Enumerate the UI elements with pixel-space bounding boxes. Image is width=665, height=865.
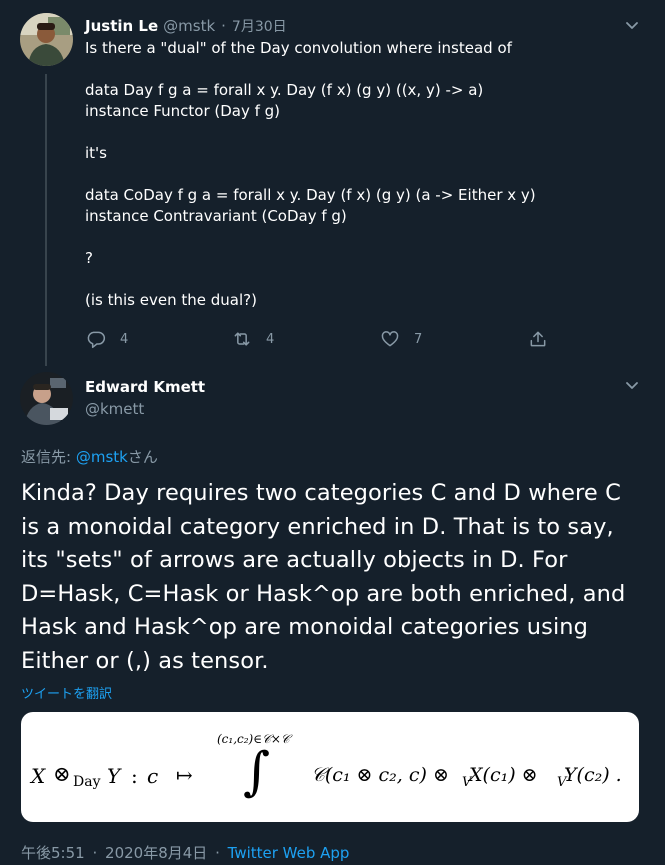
tweet1-header: Justin Le @mstk · 7月30日 (85, 16, 287, 36)
tweet-meta: 午後5:51 · 2020年8月4日 · Twitter Web App (21, 842, 349, 863)
tweet-line: instance Functor (Day f g) (85, 102, 281, 120)
tweet-date[interactable]: 2020年8月4日 (105, 844, 207, 862)
tweet-line: (is this even the dual?) (85, 291, 257, 309)
tweet-line: data CoDay f g a = forall x y. Day (f x)… (85, 186, 536, 204)
tweet1-body: Is there a "dual" of the Day convolution… (85, 38, 536, 311)
dot-separator: · (215, 844, 220, 862)
formula-otimes: ⊗ (53, 762, 71, 786)
formula-c: c (147, 764, 159, 788)
reply-button[interactable]: 4 (86, 329, 128, 349)
formula-rhs-3: Y(c₂) . (564, 764, 622, 786)
tweet-line: Is there a "dual" of the Day convolution… (85, 39, 512, 57)
tweet-line (85, 122, 536, 143)
tweet-line: it's (85, 144, 107, 162)
tweet-time[interactable]: 午後5:51 (21, 844, 85, 862)
retweet-icon (234, 332, 250, 346)
reply-to-handle[interactable]: @mstk (76, 448, 128, 466)
more-options-icon[interactable] (625, 377, 639, 396)
formula-rhs: 𝒞(c₁ ⊗ c₂, c) ⊗ (311, 764, 449, 786)
tweet-line: instance Contravariant (CoDay f g) (85, 207, 347, 225)
dot-separator: · (92, 844, 98, 862)
author-handle[interactable]: @kmett (85, 400, 144, 418)
retweet-count: 4 (266, 331, 275, 347)
reply-icon (87, 331, 106, 349)
tweet-line (85, 164, 536, 185)
tweet-line: ? (85, 249, 93, 267)
heart-icon (381, 331, 399, 347)
tweet-line (85, 269, 536, 290)
like-count: 7 (414, 331, 423, 347)
author-name[interactable]: Edward Kmett (85, 378, 205, 396)
share-button[interactable] (528, 329, 562, 349)
formula-colon: : (131, 764, 138, 788)
formula-rhs-2: X(c₁) ⊗ (469, 764, 538, 786)
tweet-line: data Day f g a = forall x y. Day (f x) (… (85, 81, 484, 99)
formula-Y: Y (107, 764, 121, 788)
reply-context: 返信先: @mstkさん (21, 446, 158, 467)
author-name[interactable]: Justin Le (85, 17, 158, 35)
tweet-date[interactable]: 7月30日 (232, 16, 287, 36)
author-handle[interactable]: @mstk (163, 17, 215, 35)
formula-day-subscript: Day (73, 774, 101, 790)
thread-connector-line (45, 74, 47, 366)
retweet-button[interactable]: 4 (232, 329, 274, 349)
formula-integral: ∫ (243, 742, 271, 802)
more-options-icon[interactable] (625, 17, 639, 36)
formula-image[interactable]: X ⊗ Day Y : c ↦ (c₁,c₂)∈𝒞×𝒞 ∫ 𝒞(c₁ ⊗ c₂,… (21, 712, 639, 822)
avatar-justin-le[interactable] (20, 13, 73, 66)
client-link[interactable]: Twitter Web App (228, 844, 350, 862)
reply-count: 4 (120, 331, 129, 347)
tweet2-body: Kinda? Day requires two categories C and… (21, 480, 626, 674)
formula-X: X (31, 764, 46, 788)
dot-separator: · (221, 17, 226, 35)
avatar-edward-kmett[interactable] (20, 372, 73, 425)
translate-tweet-link[interactable]: ツイートを翻訳 (21, 683, 112, 702)
tweet-line (85, 59, 536, 80)
reply-suffix: さん (127, 448, 158, 466)
formula-mapsto: ↦ (176, 763, 193, 787)
reply-prefix: 返信先: (21, 448, 76, 466)
like-button[interactable]: 7 (380, 329, 422, 349)
tweet-line (85, 227, 536, 248)
share-icon (530, 331, 546, 347)
